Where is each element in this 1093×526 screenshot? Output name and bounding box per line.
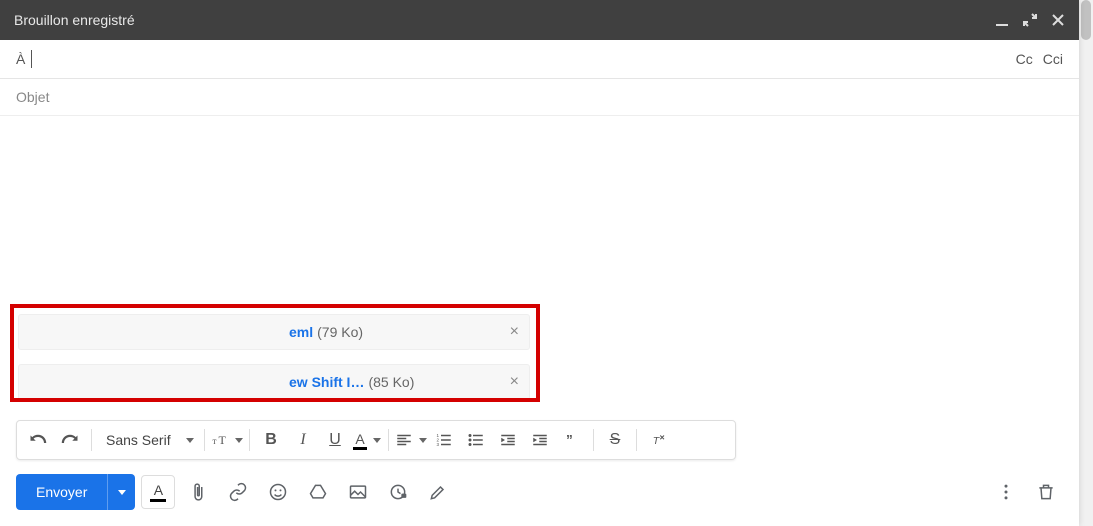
formatting-toolbar: Sans Serif тT B I U A 123	[16, 420, 736, 460]
compose-body[interactable]: eml (79 Ko) × ew Shift I… (85 Ko) ×	[0, 116, 1079, 414]
subject-input[interactable]	[16, 89, 1063, 105]
attachment-remove-icon[interactable]: ×	[510, 373, 519, 391]
align-dropdown[interactable]	[395, 425, 427, 455]
numbered-list-button[interactable]: 123	[429, 425, 459, 455]
insert-drive-icon[interactable]	[301, 475, 335, 509]
minimize-icon[interactable]	[995, 13, 1009, 27]
more-options-icon[interactable]	[989, 475, 1023, 509]
compose-bottom-row: Envoyer A	[0, 460, 1079, 526]
font-size-dropdown[interactable]: тT	[211, 425, 243, 455]
insert-link-icon[interactable]	[221, 475, 255, 509]
bold-button[interactable]: B	[256, 425, 286, 455]
undo-button[interactable]	[23, 425, 53, 455]
popout-icon[interactable]	[1023, 13, 1037, 27]
quote-button[interactable]: ”	[557, 425, 587, 455]
attachment-chip[interactable]: eml (79 Ko) ×	[18, 314, 530, 350]
page-scrollbar[interactable]	[1079, 0, 1093, 526]
underline-button[interactable]: U	[320, 425, 350, 455]
to-row: À Cc Cci	[0, 40, 1079, 79]
discard-draft-icon[interactable]	[1029, 475, 1063, 509]
attachment-remove-icon[interactable]: ×	[510, 323, 519, 341]
text-color-dropdown[interactable]: A	[352, 425, 382, 455]
compose-header: Brouillon enregistré	[0, 0, 1079, 40]
redo-button[interactable]	[55, 425, 85, 455]
svg-text:”: ”	[566, 433, 573, 448]
svg-text:T: T	[653, 435, 661, 447]
attachment-name: ew Shift I…	[289, 374, 364, 390]
attachment-name: eml	[289, 324, 313, 340]
compose-header-title: Brouillon enregistré	[14, 12, 995, 28]
cci-button[interactable]: Cci	[1043, 51, 1063, 67]
compose-window: Brouillon enregistré À Cc Cci	[0, 0, 1079, 526]
attach-file-icon[interactable]	[181, 475, 215, 509]
strikethrough-button[interactable]: S	[600, 425, 630, 455]
send-options-dropdown[interactable]	[107, 474, 135, 510]
attachment-chip[interactable]: ew Shift I… (85 Ko) ×	[18, 364, 530, 400]
to-input[interactable]	[32, 51, 1015, 67]
bulleted-list-button[interactable]	[461, 425, 491, 455]
to-label: À	[16, 51, 25, 67]
svg-text:3: 3	[437, 442, 440, 447]
cc-button[interactable]: Cc	[1016, 51, 1033, 67]
svg-text:т: т	[213, 436, 217, 446]
svg-text:T: T	[219, 433, 227, 447]
text-format-toggle[interactable]: A	[141, 475, 175, 509]
indent-less-button[interactable]	[493, 425, 523, 455]
attachments-container: eml (79 Ko) × ew Shift I… (85 Ko) ×	[18, 314, 530, 414]
attachment-size: (85 Ko)	[368, 374, 414, 390]
insert-signature-icon[interactable]	[421, 475, 455, 509]
font-family-label: Sans Serif	[106, 432, 171, 448]
subject-row	[0, 79, 1079, 116]
confidential-mode-icon[interactable]	[381, 475, 415, 509]
italic-button[interactable]: I	[288, 425, 318, 455]
send-button[interactable]: Envoyer	[16, 474, 107, 510]
attachment-size: (79 Ko)	[317, 324, 363, 340]
close-icon[interactable]	[1051, 13, 1065, 27]
font-family-dropdown[interactable]: Sans Serif	[98, 425, 198, 455]
insert-photo-icon[interactable]	[341, 475, 375, 509]
indent-more-button[interactable]	[525, 425, 555, 455]
insert-emoji-icon[interactable]	[261, 475, 295, 509]
send-button-group: Envoyer	[16, 474, 135, 510]
remove-formatting-button[interactable]: T	[643, 425, 673, 455]
